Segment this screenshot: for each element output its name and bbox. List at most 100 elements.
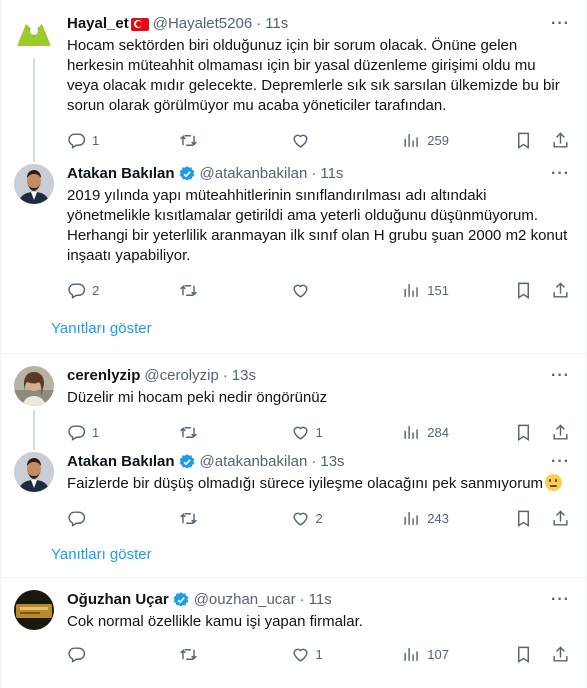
bookmark-icon — [514, 509, 533, 528]
views-icon — [402, 509, 421, 528]
like-count: 2 — [315, 510, 323, 526]
retweet-button[interactable] — [179, 131, 291, 150]
avatar[interactable] — [14, 164, 54, 204]
author-name[interactable]: Oğuzhan Uçar — [67, 590, 169, 610]
more-options-icon[interactable]: ··· — [551, 164, 570, 184]
author-name[interactable]: Atakan Bakılan — [67, 164, 175, 184]
share-icon — [551, 423, 570, 442]
turkey-flag-icon — [130, 17, 149, 31]
timestamp[interactable]: 13s — [320, 452, 344, 472]
retweet-icon — [179, 509, 198, 528]
reply-icon — [67, 131, 86, 150]
avatar[interactable] — [14, 366, 54, 406]
tweet-text: Hocam sektörden biri olduğunuz için bir … — [67, 37, 560, 114]
views-button[interactable]: 243 — [402, 509, 514, 528]
retweet-button[interactable] — [179, 645, 291, 664]
ghost-logo-icon — [17, 24, 51, 46]
view-count: 259 — [427, 132, 449, 148]
view-count: 151 — [427, 282, 449, 298]
author-name[interactable]: Atakan Bakılan — [67, 452, 175, 472]
share-button[interactable] — [551, 281, 570, 300]
bookmark-button[interactable] — [514, 645, 533, 664]
share-button[interactable] — [551, 645, 570, 664]
tweet-header: cerenlyzip @cerolyzip · 13s ··· — [67, 366, 570, 386]
share-button[interactable] — [551, 423, 570, 442]
like-button[interactable]: 1 — [291, 423, 403, 442]
person-photo-icon — [14, 590, 54, 630]
views-button[interactable]: 107 — [402, 645, 514, 664]
author-name[interactable]: cerenlyzip — [67, 366, 140, 386]
author-handle[interactable]: @atakanbakilan — [200, 164, 308, 184]
tweet-text: Cok normal özellikle kamu işi yapan firm… — [67, 613, 363, 630]
bookmark-icon — [514, 645, 533, 664]
author-handle[interactable]: @ouzhan_ucar — [194, 590, 296, 610]
views-icon — [402, 423, 421, 442]
share-icon — [551, 645, 570, 664]
bookmark-button[interactable] — [514, 281, 533, 300]
like-button[interactable] — [291, 281, 403, 300]
timestamp[interactable]: 11s — [265, 14, 288, 34]
avatar[interactable] — [14, 14, 54, 54]
share-icon — [551, 281, 570, 300]
bookmark-button[interactable] — [514, 131, 533, 150]
avatar[interactable] — [14, 590, 54, 630]
tweet[interactable]: Hayal_et @Hayalet5206 · 11s ··· Hocam se… — [1, 0, 586, 162]
more-options-icon[interactable]: ··· — [551, 14, 570, 34]
tweet-body: Atakan Bakılan @atakanbakilan · 13s ··· … — [67, 452, 570, 536]
share-button[interactable] — [551, 131, 570, 150]
reply-button[interactable] — [67, 645, 179, 664]
reply-button[interactable]: 1 — [67, 423, 179, 442]
tweet[interactable]: Atakan Bakılan @atakanbakilan · 11s ··· … — [1, 162, 586, 308]
retweet-button[interactable] — [179, 423, 291, 442]
tweet[interactable]: cerenlyzip @cerolyzip · 13s ··· Düzelir … — [1, 354, 586, 450]
retweet-button[interactable] — [179, 509, 291, 528]
tweet-header: Oğuzhan Uçar @ouzhan_ucar · 11s ··· — [67, 590, 570, 610]
timestamp[interactable]: 13s — [232, 366, 256, 386]
reply-count: 1 — [92, 132, 100, 148]
reply-count: 2 — [92, 282, 100, 298]
bookmark-button[interactable] — [514, 509, 533, 528]
person-photo-icon — [14, 452, 54, 492]
tweet-text-content: Faizlerde bir düşüş olmadığı sürece iyil… — [67, 475, 544, 492]
heart-icon — [291, 423, 310, 442]
more-options-icon[interactable]: ··· — [551, 452, 570, 472]
tweet-text: Faizlerde bir düşüş olmadığı sürece iyil… — [67, 474, 570, 494]
more-options-icon[interactable]: ··· — [551, 590, 570, 610]
timestamp[interactable]: 11s — [320, 164, 343, 184]
author-name[interactable]: Hayal_et — [67, 14, 129, 34]
tweet[interactable]: Atakan Bakılan @atakanbakilan · 13s ··· … — [1, 450, 586, 536]
show-replies-link[interactable]: Yanıtları göster — [1, 536, 586, 578]
reply-icon — [67, 281, 86, 300]
show-replies-link[interactable]: Yanıtları göster — [1, 308, 586, 354]
avatar-gutter — [1, 590, 67, 676]
bookmark-icon — [514, 281, 533, 300]
separator: · — [311, 165, 317, 182]
heart-icon — [291, 645, 310, 664]
bookmark-button[interactable] — [514, 423, 533, 442]
author-handle[interactable]: @cerolyzip — [144, 366, 218, 386]
tweet-text: Düzelir mi hocam peki nedir öngörünüz — [67, 389, 328, 406]
reply-button[interactable]: 1 — [67, 131, 179, 150]
more-options-icon[interactable]: ··· — [551, 366, 570, 386]
retweet-icon — [179, 281, 198, 300]
reply-button[interactable] — [67, 509, 179, 528]
heart-icon — [291, 281, 310, 300]
tweet-text: 2019 yılında yapı müteahhitlerinin sınıf… — [67, 187, 568, 264]
like-button[interactable] — [291, 131, 403, 150]
timestamp[interactable]: 11s — [309, 590, 332, 610]
reply-button[interactable]: 2 — [67, 281, 179, 300]
views-icon — [402, 645, 421, 664]
views-button[interactable]: 259 — [402, 131, 514, 150]
tweet-header: Atakan Bakılan @atakanbakilan · 13s ··· — [67, 452, 570, 472]
avatar[interactable] — [14, 452, 54, 492]
tweet[interactable]: Oğuzhan Uçar @ouzhan_ucar · 11s ··· Cok … — [1, 578, 586, 676]
like-button[interactable]: 1 — [291, 645, 403, 664]
share-button[interactable] — [551, 509, 570, 528]
views-button[interactable]: 284 — [402, 423, 514, 442]
like-button[interactable]: 2 — [291, 509, 403, 528]
retweet-button[interactable] — [179, 281, 291, 300]
views-button[interactable]: 151 — [402, 281, 514, 300]
author-handle[interactable]: @atakanbakilan — [200, 452, 308, 472]
author-handle[interactable]: @Hayalet5206 — [153, 14, 252, 34]
tweet-body: Oğuzhan Uçar @ouzhan_ucar · 11s ··· Cok … — [67, 590, 570, 676]
